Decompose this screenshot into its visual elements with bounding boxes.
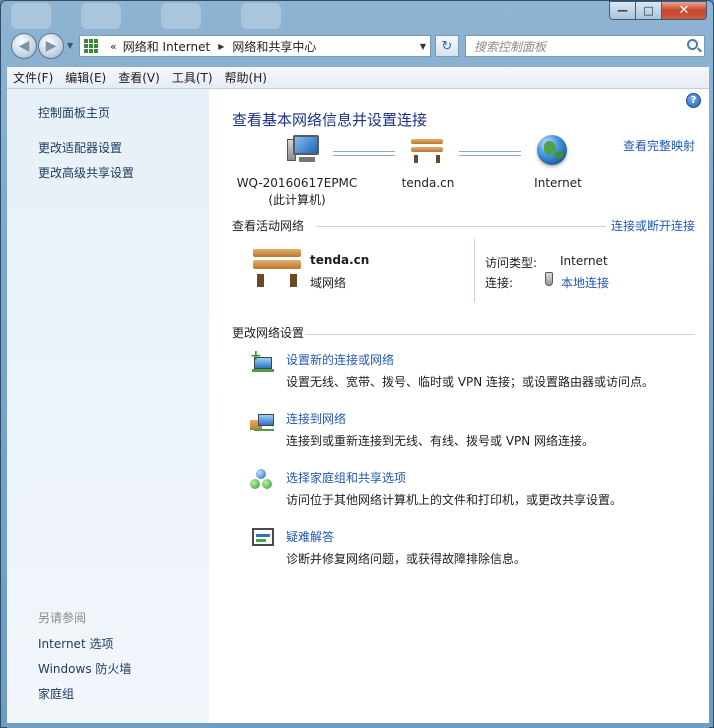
- new-connection-icon: +: [250, 349, 276, 373]
- homegroup-desc: 访问位于其他网络计算机上的文件和打印机，或更改共享设置。: [286, 493, 623, 507]
- sidebar-change-adapter-settings[interactable]: 更改适配器设置: [38, 139, 122, 156]
- sidebar-internet-options[interactable]: Internet 选项: [38, 635, 113, 652]
- help-icon[interactable]: ?: [686, 93, 701, 108]
- view-full-map-link[interactable]: 查看完整映射: [623, 137, 695, 154]
- refresh-button[interactable]: ↻: [435, 35, 459, 57]
- menu-file[interactable]: 文件(F): [13, 69, 53, 86]
- internet-globe-icon: [537, 135, 567, 165]
- active-network-bench-icon: [253, 249, 301, 287]
- forward-button[interactable]: ▶: [38, 33, 64, 59]
- window-frame: — □ ✕ ◀ ▶ ▼ « 网络和 Internet ▶ 网络和共享中心 ▼ ↻…: [0, 0, 714, 728]
- connect-network-desc: 连接到或重新连接到无线、有线、拨号或 VPN 网络连接。: [286, 434, 595, 448]
- homegroup-icon: [250, 469, 276, 491]
- active-network-name: tenda.cn: [310, 253, 370, 267]
- sidebar-windows-firewall[interactable]: Windows 防火墙: [38, 660, 131, 677]
- back-button[interactable]: ◀: [11, 33, 37, 59]
- address-overflow[interactable]: «: [110, 40, 117, 53]
- breadcrumb-network-internet[interactable]: 网络和 Internet: [123, 38, 210, 55]
- map-network-label: tenda.cn: [401, 176, 455, 190]
- content-area: 控制面板主页 更改适配器设置 更改高级共享设置 另请参阅 Internet 选项…: [7, 89, 709, 723]
- window-bottom-border: [7, 723, 709, 728]
- map-connector: [333, 151, 395, 156]
- homegroup-link[interactable]: 选择家庭组和共享选项: [286, 469, 406, 486]
- breadcrumb-network-sharing-center[interactable]: 网络和共享中心: [232, 38, 316, 55]
- navigation-bar: ◀ ▶ ▼ « 网络和 Internet ▶ 网络和共享中心 ▼ ↻ 搜索控制面…: [7, 31, 709, 63]
- map-connector: [459, 151, 521, 156]
- local-connection-link[interactable]: 本地连接: [561, 274, 609, 291]
- map-internet-label: Internet: [534, 176, 582, 190]
- active-network-type[interactable]: 域网络: [310, 274, 346, 291]
- sidebar-control-panel-home[interactable]: 控制面板主页: [38, 104, 110, 121]
- computer-subtitle: (此计算机): [268, 193, 326, 207]
- menu-tools[interactable]: 工具(T): [172, 69, 213, 86]
- connections-label: 连接:: [485, 276, 514, 290]
- address-dropdown-icon[interactable]: ▼: [420, 42, 426, 51]
- access-type-label: 访问类型:: [485, 256, 538, 270]
- troubleshoot-icon: [250, 528, 276, 550]
- search-icon[interactable]: [687, 39, 698, 50]
- title-bar-decoration: [11, 1, 311, 31]
- section-divider: [316, 226, 606, 227]
- caption-buttons: — □ ✕: [609, 1, 707, 20]
- recent-pages-dropdown-icon[interactable]: ▼: [67, 41, 73, 50]
- menu-edit[interactable]: 编辑(E): [65, 69, 106, 86]
- map-computer-label: WQ-20160617EPMC (此计算机): [232, 175, 362, 209]
- computer-name: WQ-20160617EPMC: [236, 176, 358, 190]
- access-type-value: Internet: [560, 254, 608, 268]
- troubleshoot-link[interactable]: 疑难解答: [286, 528, 334, 545]
- new-connection-desc: 设置无线、宽带、拨号、临时或 VPN 连接；或设置路由器或访问点。: [286, 375, 655, 389]
- page-title: 查看基本网络信息并设置连接: [232, 111, 428, 129]
- active-networks-heading: 查看活动网络: [232, 219, 305, 233]
- sidebar-change-advanced-sharing[interactable]: 更改高级共享设置: [38, 164, 134, 181]
- section-divider: [305, 334, 695, 335]
- active-network-divider: [474, 239, 475, 303]
- close-button[interactable]: ✕: [661, 1, 707, 20]
- search-input[interactable]: 搜索控制面板: [465, 35, 705, 57]
- breadcrumb-separator-icon[interactable]: ▶: [218, 42, 224, 51]
- minimize-button[interactable]: —: [609, 1, 635, 20]
- network-center-icon: [84, 39, 100, 53]
- computer-icon: [287, 133, 323, 165]
- sidebar-homegroup[interactable]: 家庭组: [38, 685, 74, 702]
- sidebar: 控制面板主页 更改适配器设置 更改高级共享设置 另请参阅 Internet 选项…: [7, 89, 209, 723]
- maximize-button[interactable]: □: [635, 1, 661, 20]
- ethernet-plug-icon: [545, 272, 553, 286]
- connect-network-link[interactable]: 连接到网络: [286, 410, 346, 427]
- menu-view[interactable]: 查看(V): [118, 69, 160, 86]
- new-connection-link[interactable]: 设置新的连接或网络: [286, 351, 394, 368]
- connect-disconnect-link[interactable]: 连接或断开连接: [611, 217, 695, 234]
- menu-help[interactable]: 帮助(H): [225, 69, 267, 86]
- connect-network-icon: [250, 410, 276, 432]
- change-settings-heading: 更改网络设置: [232, 326, 305, 340]
- menu-bar: 文件(F) 编辑(E) 查看(V) 工具(T) 帮助(H): [7, 67, 709, 89]
- search-placeholder: 搜索控制面板: [474, 39, 547, 54]
- address-bar[interactable]: « 网络和 Internet ▶ 网络和共享中心 ▼: [79, 35, 431, 57]
- troubleshoot-desc: 诊断并修复网络问题，或获得故障排除信息。: [286, 552, 527, 566]
- see-also-title: 另请参阅: [38, 611, 87, 625]
- network-bench-icon: [411, 139, 443, 163]
